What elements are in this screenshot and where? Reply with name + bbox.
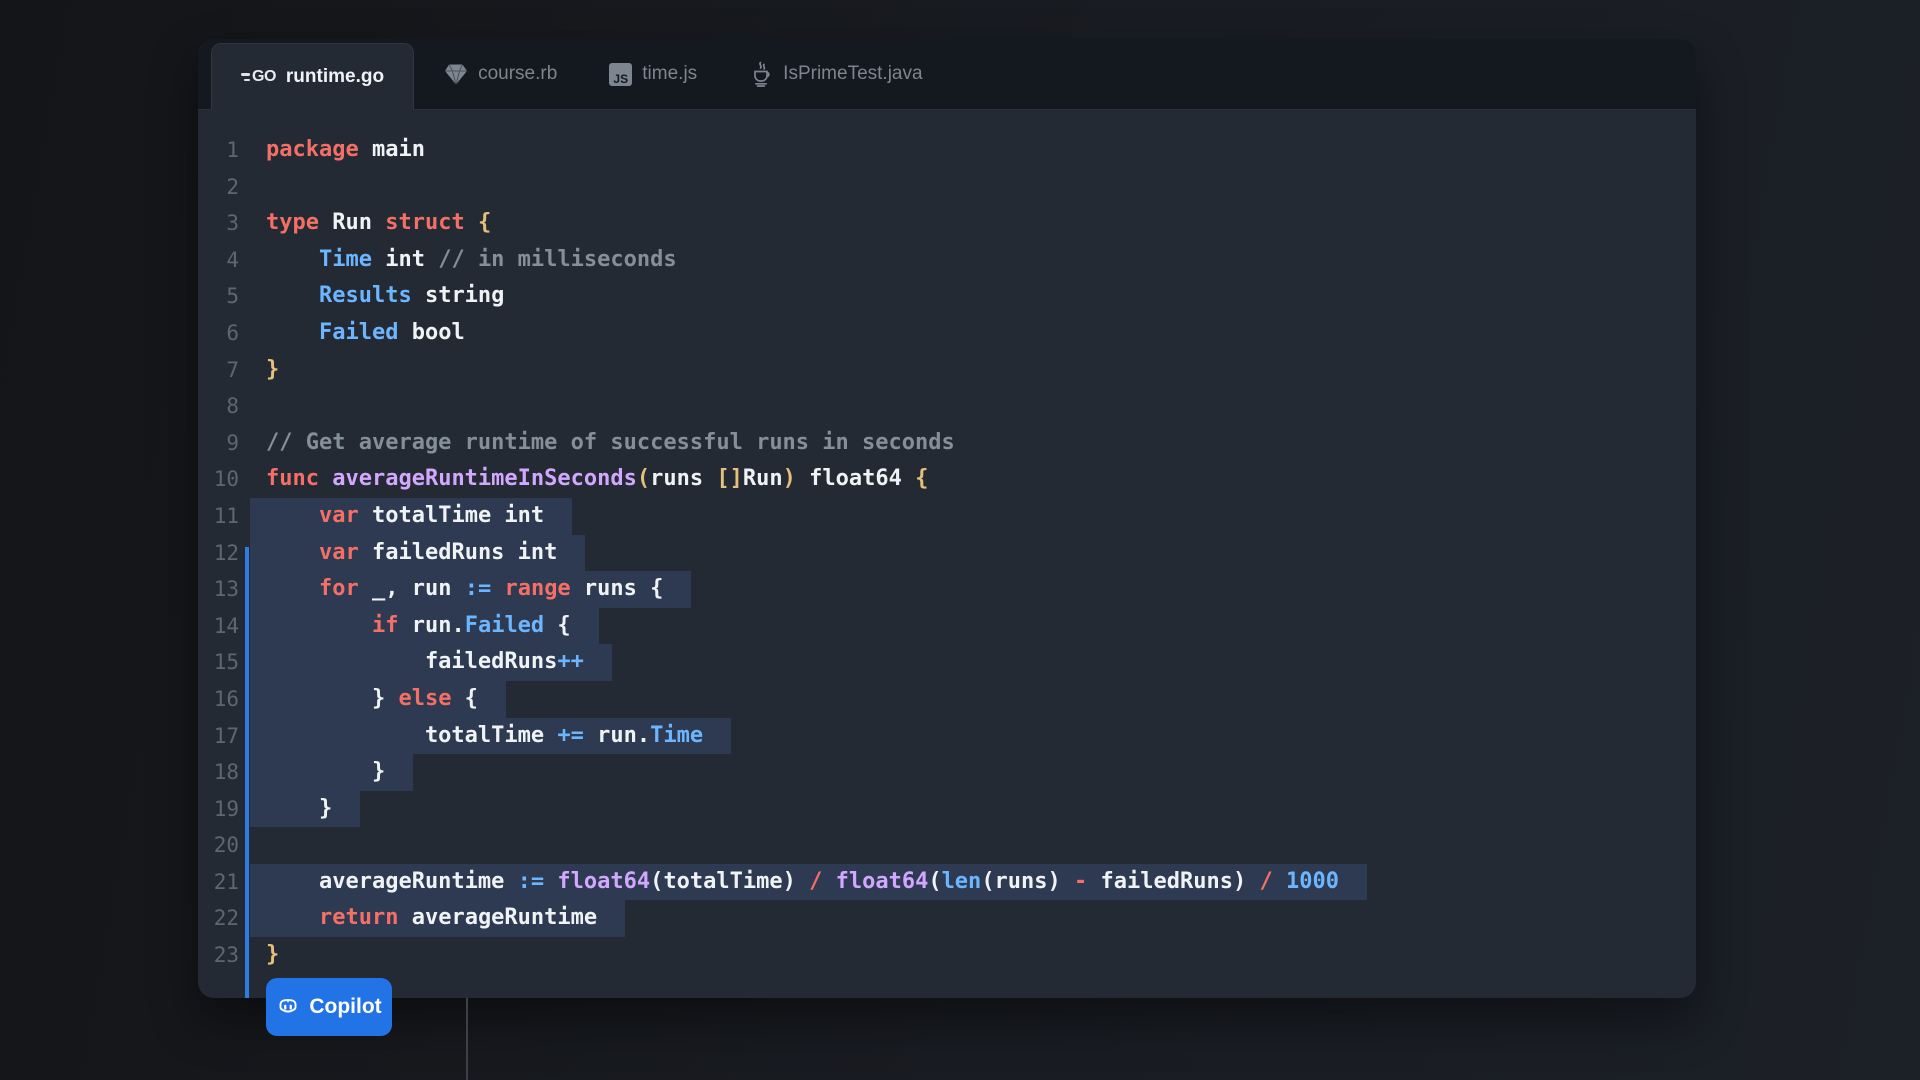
code-text: type Run struct { xyxy=(266,210,492,236)
code-text: return averageRuntime xyxy=(250,900,626,938)
line-number: 12 xyxy=(213,540,239,565)
code-text: averageRuntime := float64(totalTime) / f… xyxy=(250,863,1367,901)
line-number: 9 xyxy=(226,430,239,455)
code-area: 1 package main 2 3 type Run struct {4 Time i… xyxy=(198,110,1696,998)
code-line-23: 23} xyxy=(198,937,1696,974)
line-number: 7 xyxy=(226,357,239,382)
line-number: 4 xyxy=(226,247,239,272)
go-logo-icon: GO xyxy=(241,68,276,86)
line-number: 20 xyxy=(213,833,239,858)
line-number: 11 xyxy=(213,503,239,528)
tab-time-js[interactable]: JS time.js xyxy=(609,62,698,86)
code-line-18: 18 } xyxy=(198,754,1696,791)
code-line-1: 1 package main xyxy=(198,132,1696,169)
copilot-suggestion-highlight: var failedRuns int xyxy=(250,534,586,572)
code-text: // Get average runtime of successful run… xyxy=(266,429,955,455)
code-text: Failed bool xyxy=(318,319,465,345)
line-number: 23 xyxy=(213,943,239,968)
copilot-button-label: Copilot xyxy=(309,995,382,1018)
line-number: 3 xyxy=(226,211,239,236)
code-text: var totalTime int xyxy=(250,497,573,535)
tab-course-rb[interactable]: course.rb xyxy=(444,63,557,86)
code-text: } xyxy=(266,356,280,382)
tab-isprimetest-java[interactable]: IsPrimeTest.java xyxy=(749,61,923,87)
line-number: 16 xyxy=(213,686,239,711)
code-line-5: 5 Results string xyxy=(198,278,1696,315)
line-number: 13 xyxy=(213,577,239,602)
code-line-3: 3 type Run struct { xyxy=(198,205,1696,242)
line-number: 1 xyxy=(226,138,239,162)
page-column-divider xyxy=(466,998,468,1080)
code-text: var failedRuns int xyxy=(250,534,586,572)
line-number: 2 xyxy=(226,174,239,199)
copilot-suggestion-highlight: if run.Failed { xyxy=(250,607,599,645)
line-number: 22 xyxy=(213,906,239,931)
tab-bar: GO runtime.go course.rb JS time.js IsPrimeTes… xyxy=(198,39,1696,110)
code-text: Results string xyxy=(318,283,505,309)
copilot-suggestion-highlight: failedRuns++ xyxy=(250,644,612,681)
code-editor-card: GO runtime.go course.rb JS time.js IsPrimeTes… xyxy=(198,39,1696,998)
code-line-13: 13 for _, run := range runs { xyxy=(198,571,1696,608)
code-text: } else { xyxy=(250,680,506,718)
copilot-suggestion-highlight: var totalTime int xyxy=(250,497,573,535)
copilot-suggestion-highlight: totalTime += run.Time xyxy=(250,717,732,755)
copilot-icon xyxy=(276,995,300,1019)
code-line-4: 4 Time int // in milliseconds xyxy=(198,242,1696,279)
code-line-10: 10 func averageRuntimeInSeconds(runs []Ru… xyxy=(198,461,1696,498)
code-line-20: 20 xyxy=(198,827,1696,864)
code-line-14: 14 if run.Failed { xyxy=(198,607,1696,645)
copilot-suggestion-gutter-bar xyxy=(245,547,249,998)
line-number: 21 xyxy=(213,869,239,894)
code-line-21: 21 averageRuntime := float64(totalTime) … xyxy=(198,863,1696,901)
code-line-12: 12 var failedRuns int xyxy=(198,534,1696,572)
copilot-suggestion-highlight: return averageRuntime xyxy=(250,900,626,938)
copilot-suggestion-highlight: averageRuntime := float64(totalTime) / f… xyxy=(250,863,1367,901)
code-text: } xyxy=(250,790,361,828)
code-text: } xyxy=(250,754,414,791)
code-text: for _, run := range runs { xyxy=(250,571,692,608)
tab-runtime-go[interactable]: GO runtime.go xyxy=(211,43,415,110)
copilot-button[interactable]: Copilot xyxy=(266,978,392,1036)
code-line-9: 9 // Get average runtime of successful ru… xyxy=(198,425,1696,462)
copilot-suggestion-highlight: } else { xyxy=(250,680,506,718)
tab-label: course.rb xyxy=(478,63,558,84)
code-text: Time int // in milliseconds xyxy=(318,246,677,272)
code-text: if run.Failed { xyxy=(250,607,599,645)
tab-label: time.js xyxy=(642,63,698,84)
javascript-icon: JS xyxy=(609,62,633,86)
code-line-6: 6 Failed bool xyxy=(198,315,1696,352)
code-line-15: 15 failedRuns++ xyxy=(198,644,1696,681)
line-number: 14 xyxy=(213,613,239,638)
line-number: 6 xyxy=(226,320,239,345)
code-text: failedRuns++ xyxy=(250,644,612,681)
code-line-11: 11 var totalTime int xyxy=(198,497,1696,535)
line-number: 18 xyxy=(213,760,239,785)
line-number: 15 xyxy=(213,650,239,675)
line-number: 19 xyxy=(213,796,239,821)
copilot-suggestion-highlight: } xyxy=(250,754,414,791)
code-line-22: 22 return averageRuntime xyxy=(198,900,1696,938)
code-text: func averageRuntimeInSeconds(runs []Run)… xyxy=(266,466,929,492)
line-number: 5 xyxy=(226,284,239,309)
code-text: package main xyxy=(266,137,425,162)
tab-label: IsPrimeTest.java xyxy=(783,63,923,84)
code-line-16: 16 } else { xyxy=(198,680,1696,718)
code-line-7: 7} xyxy=(198,352,1696,389)
code-line-2: 2 xyxy=(198,169,1696,206)
code-line-17: 17 totalTime += run.Time xyxy=(198,717,1696,755)
code-text: totalTime += run.Time xyxy=(250,717,732,755)
code-line-19: 19 } xyxy=(198,790,1696,828)
line-number: 17 xyxy=(213,723,239,748)
copilot-suggestion-highlight: for _, run := range runs { xyxy=(250,571,692,608)
copilot-suggestion-highlight: } xyxy=(250,790,361,828)
line-number: 8 xyxy=(226,394,239,419)
tab-label: runtime.go xyxy=(285,66,385,87)
code-line-8: 8 xyxy=(198,388,1696,425)
code-text: } xyxy=(266,942,280,968)
ruby-gem-icon xyxy=(444,63,468,86)
line-number: 10 xyxy=(213,467,239,492)
java-cup-icon xyxy=(749,61,773,87)
